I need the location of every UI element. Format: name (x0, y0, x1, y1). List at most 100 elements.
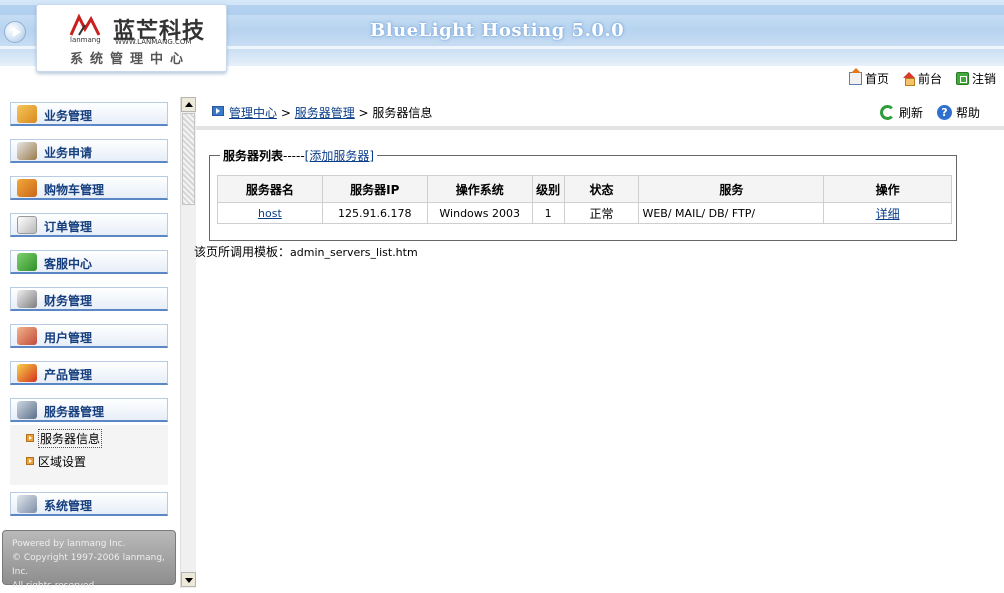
sidebar-item-label: 订单管理 (44, 220, 93, 234)
rights-text: All rights reserved (12, 581, 95, 591)
breadcrumb-separator: > (354, 106, 373, 120)
system-tools-icon (17, 495, 37, 513)
server-submenu: 服务器信息 区域设置 (10, 425, 168, 485)
sidebar-item-products[interactable]: 产品管理 (10, 361, 168, 385)
cell-action: 详细 (823, 202, 952, 224)
cell-services: WEB/ MAIL/ DB/ FTP/ (638, 202, 825, 224)
cell-ip: 125.91.6.178 (321, 202, 428, 224)
server-name-link[interactable]: host (258, 207, 282, 220)
logo-mark-icon (69, 13, 101, 36)
scroll-down-arrow-icon[interactable] (181, 572, 196, 587)
logo: lanmang 蓝芒科技 WWW.LANMANG.COM 系统管理中心 (36, 4, 227, 72)
powered-by: Powered by lanmang Inc. (12, 539, 126, 549)
business-box-icon (17, 105, 37, 123)
pen-apply-icon (17, 142, 37, 160)
server-icon (17, 401, 37, 419)
logo-url: WWW.LANMANG.COM (115, 38, 192, 46)
column-header-status: 状态 (563, 175, 640, 203)
sidebar-item-label: 系统管理 (44, 499, 93, 513)
sidebar-item-system[interactable]: 系统管理 (10, 492, 168, 516)
home-link-label: 首页 (864, 71, 889, 86)
main-content: 管理中心 > 服务器管理 > 服务器信息 刷新 ? 帮助 服务器列表-----[… (194, 92, 1004, 588)
arrow-bullet-icon (26, 434, 34, 442)
breadcrumb-bar: 管理中心 > 服务器管理 > 服务器信息 刷新 ? 帮助 (196, 99, 1004, 123)
legend-dashes: ----- (283, 149, 305, 163)
column-header-ip: 服务器IP (321, 175, 428, 203)
front-house-icon (902, 72, 915, 86)
scroll-up-arrow-icon[interactable] (181, 97, 196, 112)
front-link[interactable]: 前台 (902, 70, 942, 87)
submenu-item-label: 服务器信息 (38, 428, 103, 448)
cell-status: 正常 (563, 202, 640, 224)
breadcrumb-current: 服务器信息 (372, 106, 433, 120)
copyright-footer: Powered by lanmang Inc. © Copyright 1997… (2, 530, 176, 591)
sidebar-item-support[interactable]: 客服中心 (10, 250, 168, 274)
sidebar-item-finance[interactable]: 财务管理 (10, 287, 168, 311)
logout-icon (955, 71, 969, 85)
refresh-icon (879, 105, 895, 120)
cell-name: host (217, 202, 323, 224)
table-row: host 125.91.6.178 Windows 2003 1 正常 WEB/… (217, 202, 952, 224)
top-links: 首页 前台 注销 (848, 67, 996, 87)
checkmark-support-icon (17, 253, 37, 271)
scroll-thumb[interactable] (182, 113, 195, 205)
sidebar-item-label: 购物车管理 (44, 183, 105, 197)
logo-english: lanmang (70, 36, 101, 44)
sidebar-item-label: 业务管理 (44, 109, 93, 123)
logo-subtitle: 系统管理中心 (70, 52, 191, 67)
sidebar-item-label: 产品管理 (44, 368, 93, 382)
column-header-services: 服务 (638, 175, 825, 203)
help-label: 帮助 (955, 106, 980, 120)
server-table: 服务器名 服务器IP 操作系统 级别 状态 服务 操作 host 125.91.… (217, 175, 952, 224)
column-header-action: 操作 (823, 175, 952, 203)
submenu-item-server-info[interactable]: 服务器信息 (26, 428, 103, 448)
refresh-label: 刷新 (898, 106, 923, 120)
header: BlueLight Hosting 5.0.0 lanmang 蓝芒科技 WWW… (0, 0, 1004, 92)
column-header-os: 操作系统 (426, 175, 533, 203)
order-document-icon (17, 216, 37, 234)
page-tools: 刷新 ? 帮助 (879, 104, 980, 121)
finance-pen-icon (17, 290, 37, 308)
template-note: 该页所调用模板：admin_servers_list.htm (194, 243, 418, 260)
app-title: BlueLight Hosting 5.0.0 (370, 20, 625, 41)
cell-level: 1 (531, 202, 565, 224)
server-list-title: 服务器列表 (223, 149, 284, 163)
breadcrumb-arrow-icon (212, 106, 224, 116)
breadcrumb: 管理中心 > 服务器管理 > 服务器信息 (229, 104, 432, 121)
submenu-item-region-settings[interactable]: 区域设置 (26, 453, 86, 469)
sidebar-item-label: 用户管理 (44, 331, 93, 345)
sidebar-item-servers[interactable]: 服务器管理 (10, 398, 168, 422)
breadcrumb-admin-center[interactable]: 管理中心 (229, 106, 277, 120)
sidebar-item-label: 财务管理 (44, 294, 93, 308)
sidebar-item-business[interactable]: 业务管理 (10, 102, 168, 126)
column-header-name: 服务器名 (217, 175, 323, 203)
logout-link[interactable]: 注销 (955, 70, 996, 87)
sidebar-item-label: 客服中心 (44, 257, 93, 271)
column-header-level: 级别 (531, 175, 565, 203)
sidebar-item-cart[interactable]: 购物车管理 (10, 176, 168, 200)
sidebar-item-users[interactable]: 用户管理 (10, 324, 168, 348)
sidebar-item-apply[interactable]: 业务申请 (10, 139, 168, 163)
template-note-label: 该页所调用模板： (194, 245, 291, 259)
template-file-name: admin_servers_list.htm (290, 246, 418, 259)
play-icon[interactable] (4, 21, 26, 43)
cell-os: Windows 2003 (426, 202, 533, 224)
shopping-cart-icon (17, 179, 37, 197)
breadcrumb-server-management[interactable]: 服务器管理 (295, 106, 355, 120)
server-list-legend: 服务器列表-----[添加服务器] (220, 147, 378, 164)
detail-link[interactable]: 详细 (876, 207, 900, 221)
product-award-icon (17, 364, 37, 382)
front-link-label: 前台 (917, 71, 942, 86)
home-icon (848, 67, 862, 85)
sidebar: 业务管理 业务申请 购物车管理 订单管理 客服中心 财务管理 用户管理 产品管理… (0, 92, 178, 591)
arrow-bullet-icon (26, 457, 34, 465)
help-button[interactable]: ? 帮助 (936, 104, 980, 121)
sidebar-scrollbar[interactable] (180, 97, 196, 588)
help-icon: ? (936, 105, 952, 120)
refresh-button[interactable]: 刷新 (879, 104, 923, 121)
breadcrumb-separator: > (277, 106, 295, 120)
home-link[interactable]: 首页 (848, 67, 889, 87)
sidebar-item-orders[interactable]: 订单管理 (10, 213, 168, 237)
add-server-link[interactable]: [添加服务器] (305, 149, 374, 163)
content-divider (196, 126, 1004, 130)
